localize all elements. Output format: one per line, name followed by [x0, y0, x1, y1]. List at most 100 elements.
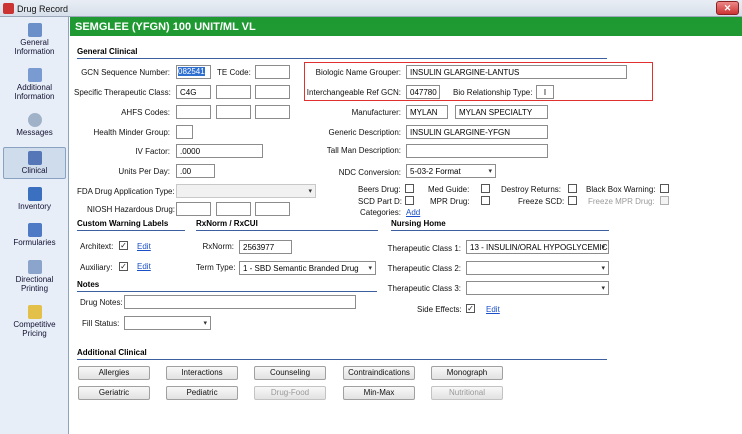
side-effects-label: Side Effects:: [417, 305, 462, 314]
sidebar-item-general-information[interactable]: General Information: [0, 23, 69, 56]
ahfs-label: AHFS Codes:: [121, 108, 170, 117]
freeze-scd-checkbox[interactable]: [568, 196, 577, 205]
tall-man-field[interactable]: [406, 144, 548, 158]
med-guide-checkbox[interactable]: [481, 184, 490, 193]
notes-title: Notes: [77, 280, 100, 289]
bio-relationship-label: Bio Relationship Type:: [453, 88, 533, 97]
niosh-field-3[interactable]: [255, 202, 290, 216]
destroy-returns-checkbox[interactable]: [568, 184, 577, 193]
allergies-button[interactable]: Allergies: [78, 366, 150, 380]
sidebar-item-inventory[interactable]: Inventory: [0, 187, 69, 211]
bio-grouper-label: Biologic Name Grouper:: [315, 68, 401, 77]
window-titlebar: Drug Record ✕: [0, 0, 742, 17]
iv-factor-field[interactable]: .0000: [176, 144, 263, 158]
stc-field-1[interactable]: C4G: [176, 85, 211, 99]
close-button[interactable]: ✕: [716, 1, 739, 15]
beers-drug-label: Beers Drug:: [358, 185, 401, 194]
health-minder-field[interactable]: [176, 125, 193, 139]
sidebar-item-clinical[interactable]: Clinical: [3, 147, 66, 179]
cwl-title: Custom Warning Labels: [77, 219, 169, 228]
term-type-select[interactable]: 1 - SBD Semantic Branded Drug ▾: [239, 261, 376, 275]
drug-name: SEMGLEE (YFGN) 100 UNIT/ML VL: [75, 21, 256, 33]
sidebar: General Information Additional Informati…: [0, 17, 69, 434]
sidebar-item-competitive-pricing[interactable]: Competitive Pricing: [0, 305, 69, 338]
general-clinical-title: General Clinical: [77, 47, 138, 56]
chevron-down-icon: ▾: [601, 285, 605, 292]
counseling-button[interactable]: Counseling: [254, 366, 326, 380]
rxnorm-field[interactable]: 2563977: [239, 240, 292, 254]
fda-app-type-label: FDA Drug Application Type:: [77, 187, 175, 196]
tc2-select[interactable]: ▾: [466, 261, 609, 275]
sidebar-item-directional-printing[interactable]: Directional Printing: [0, 260, 69, 293]
chevron-down-icon: ▾: [203, 320, 207, 327]
manufacturer-code-field[interactable]: MYLAN: [406, 105, 448, 119]
formularies-icon: [27, 223, 42, 237]
additional-clinical-title: Additional Clinical: [77, 348, 147, 357]
te-code-field[interactable]: [255, 65, 290, 79]
sidebar-item-label: Inventory: [18, 202, 51, 211]
drug-notes-label: Drug Notes:: [80, 298, 123, 307]
additional-info-icon: [27, 68, 42, 82]
freeze-scd-label: Freeze SCD:: [518, 197, 565, 206]
ndc-conversion-select[interactable]: 5-03-2 Format ▾: [406, 164, 496, 178]
manufacturer-name-field[interactable]: MYLAN SPECIALTY: [455, 105, 548, 119]
gcn-field[interactable]: 082541: [176, 65, 211, 79]
side-effects-checkbox[interactable]: ✓: [466, 304, 475, 313]
rxnorm-title: RxNorm / RxCUI: [196, 219, 258, 228]
chevron-down-icon: ▾: [368, 265, 372, 272]
gcn-label: GCN Sequence Number:: [81, 68, 170, 77]
interchangeable-gcn-field[interactable]: 047780: [406, 85, 440, 99]
niosh-field-1[interactable]: [176, 202, 211, 216]
interactions-button[interactable]: Interactions: [166, 366, 238, 380]
units-per-day-field[interactable]: .00: [176, 164, 215, 178]
sidebar-item-messages[interactable]: Messages: [0, 113, 69, 137]
ahfs-field-3[interactable]: [255, 105, 290, 119]
divider: [77, 230, 185, 231]
chevron-down-icon: ▾: [601, 244, 605, 251]
auxiliary-checkbox[interactable]: ✓: [119, 262, 128, 271]
niosh-field-2[interactable]: [216, 202, 251, 216]
drug-notes-field[interactable]: [124, 295, 356, 309]
ahfs-field-2[interactable]: [216, 105, 251, 119]
black-box-checkbox[interactable]: [660, 184, 669, 193]
tall-man-label: Tall Man Description:: [326, 146, 401, 155]
architext-checkbox[interactable]: ✓: [119, 241, 128, 250]
stc-label: Specific Therapeutic Class:: [74, 88, 171, 97]
fill-status-select[interactable]: ▾: [124, 316, 211, 330]
contraindications-button[interactable]: Contraindications: [343, 366, 415, 380]
sidebar-item-formularies[interactable]: Formularies: [0, 223, 69, 247]
nutritional-button: Nutritional: [431, 386, 503, 400]
nursing-home-title: Nursing Home: [391, 219, 446, 228]
ndc-conversion-label: NDC Conversion:: [338, 168, 401, 177]
bio-grouper-field[interactable]: INSULIN GLARGINE-LANTUS: [406, 65, 627, 79]
min-max-button[interactable]: Min-Max: [343, 386, 415, 400]
bio-relationship-field[interactable]: I: [536, 85, 554, 99]
stc-field-2[interactable]: [216, 85, 251, 99]
ahfs-field-1[interactable]: [176, 105, 211, 119]
tc3-select[interactable]: ▾: [466, 281, 609, 295]
iv-factor-label: IV Factor:: [135, 147, 170, 156]
pediatric-button[interactable]: Pediatric: [166, 386, 238, 400]
scd-part-d-checkbox[interactable]: [405, 196, 414, 205]
architext-edit-link[interactable]: Edit: [137, 242, 151, 251]
chevron-down-icon: ▾: [488, 168, 492, 175]
categories-add-link[interactable]: Add: [406, 208, 420, 217]
side-effects-edit-link[interactable]: Edit: [486, 305, 500, 314]
general-info-icon: [27, 23, 42, 37]
chevron-down-icon: ▾: [308, 188, 312, 195]
sidebar-item-additional-information[interactable]: Additional Information: [0, 68, 69, 101]
stc-field-3[interactable]: [255, 85, 290, 99]
generic-desc-label: Generic Description:: [328, 128, 401, 137]
mpr-drug-checkbox[interactable]: [481, 196, 490, 205]
generic-desc-field[interactable]: INSULIN GLARGINE-YFGN: [406, 125, 548, 139]
clinical-icon: [27, 151, 42, 165]
auxiliary-edit-link[interactable]: Edit: [137, 262, 151, 271]
tc1-select[interactable]: 13 - INSULIN/ORAL HYPOGLYCEMICS ▾: [466, 240, 609, 254]
monograph-button[interactable]: Monograph: [431, 366, 503, 380]
sidebar-item-label: Messages: [16, 128, 53, 137]
manufacturer-label: Manufacturer:: [351, 108, 401, 117]
fda-app-type-select[interactable]: ▾: [176, 184, 316, 198]
geriatric-button[interactable]: Geriatric: [78, 386, 150, 400]
divider: [196, 230, 378, 231]
beers-drug-checkbox[interactable]: [405, 184, 414, 193]
